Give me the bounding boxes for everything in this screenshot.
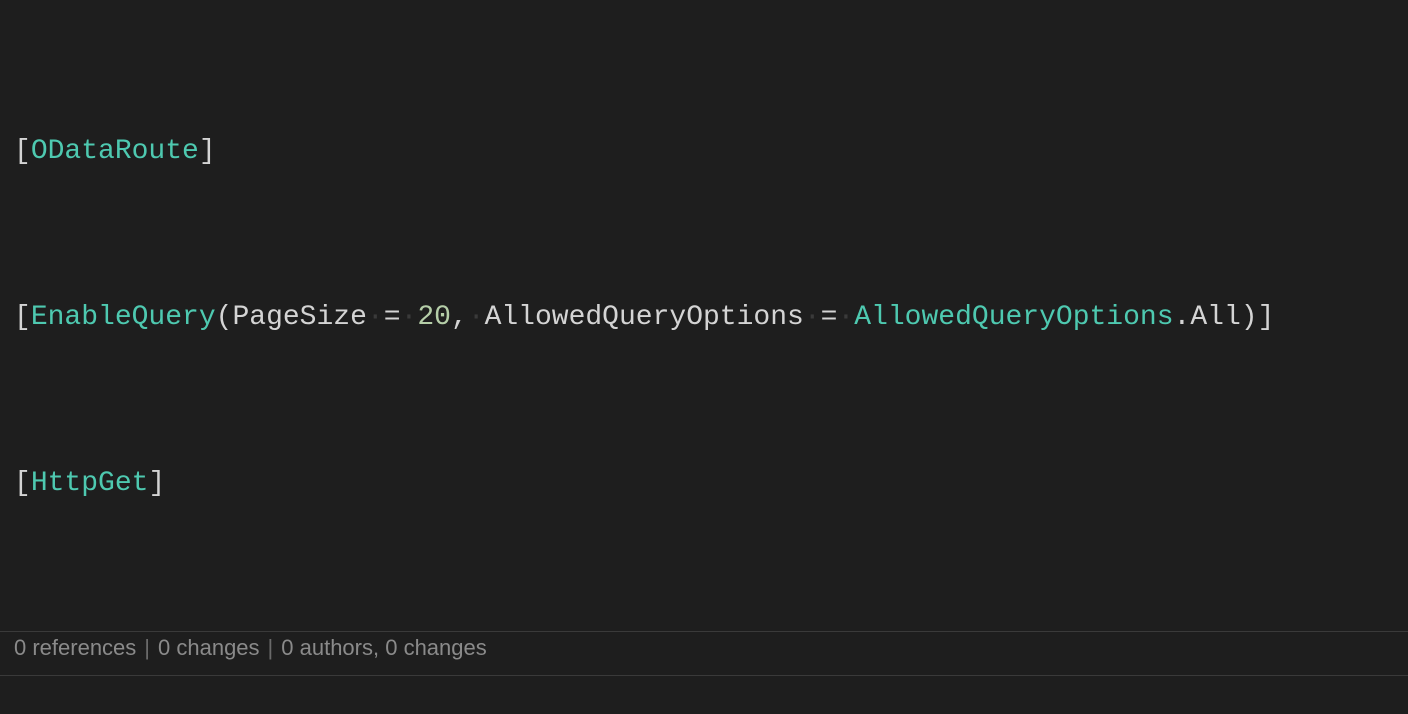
codelens-changes[interactable]: 0 changes [158,635,260,660]
code-line[interactable]: [ODataRoute] [14,131,1408,173]
codelens-references[interactable]: 0 references [14,635,136,660]
codelens-bar[interactable]: 0 references|0 changes|0 authors, 0 chan… [14,629,1408,667]
attribute-odataroute: ODataRoute [31,136,199,167]
horizontal-rule [0,675,1408,676]
code-line[interactable]: [HttpGet] [14,463,1408,505]
horizontal-rule [0,631,1408,632]
code-line[interactable]: [EnableQuery(PageSize·=·20,·AllowedQuery… [14,297,1408,339]
code-editor[interactable]: [ODataRoute] [EnableQuery(PageSize·=·20,… [0,0,1408,714]
attribute-enablequery: EnableQuery [31,302,216,333]
codelens-authors[interactable]: 0 authors, 0 changes [281,635,486,660]
attribute-httpget: HttpGet [31,468,149,499]
